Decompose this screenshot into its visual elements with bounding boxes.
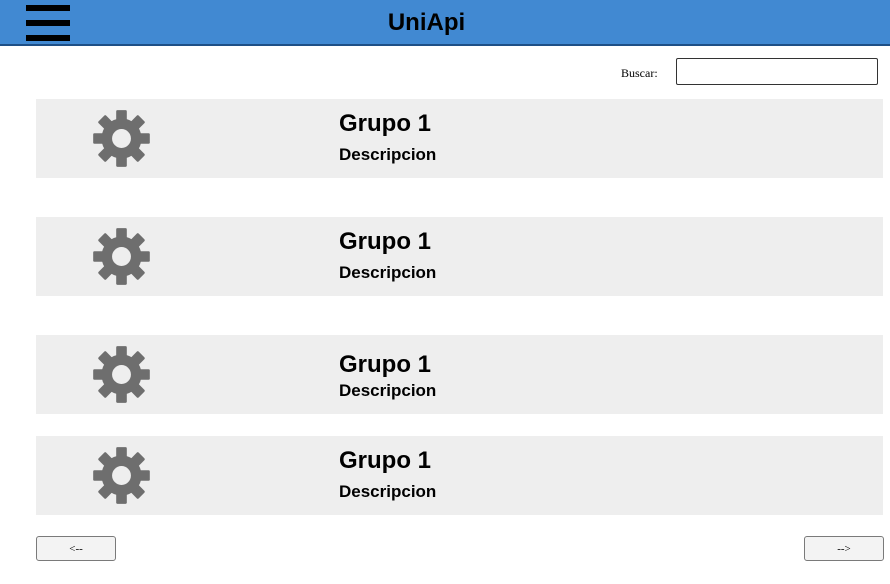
app-title: UniApi — [387, 9, 466, 36]
group-description: Descripcion — [339, 145, 437, 164]
group-description: Descripcion — [339, 381, 437, 400]
app-header: UniApi — [0, 0, 890, 46]
group-card-2[interactable]: Grupo 1 Descripcion — [36, 217, 883, 296]
group-title: Grupo 1 — [339, 447, 432, 474]
gear-icon — [92, 227, 151, 286]
gear-icon — [92, 109, 151, 168]
search-input[interactable] — [676, 58, 878, 85]
group-title: Grupo 1 — [339, 228, 432, 255]
group-title: Grupo 1 — [339, 110, 432, 137]
group-title: Grupo 1 — [339, 351, 432, 378]
gear-icon — [92, 446, 151, 505]
group-card-3[interactable]: Grupo 1 Descripcion — [36, 335, 883, 414]
group-description: Descripcion — [339, 482, 437, 501]
search-label: Buscar: — [621, 66, 658, 80]
group-card-4[interactable]: Grupo 1 Descripcion — [36, 436, 883, 515]
group-card-1[interactable]: Grupo 1 Descripcion — [36, 99, 883, 178]
prev-page-button[interactable]: <-- — [36, 536, 116, 561]
next-page-button[interactable]: --> — [804, 536, 884, 561]
gear-icon — [92, 345, 151, 404]
group-description: Descripcion — [339, 263, 437, 282]
